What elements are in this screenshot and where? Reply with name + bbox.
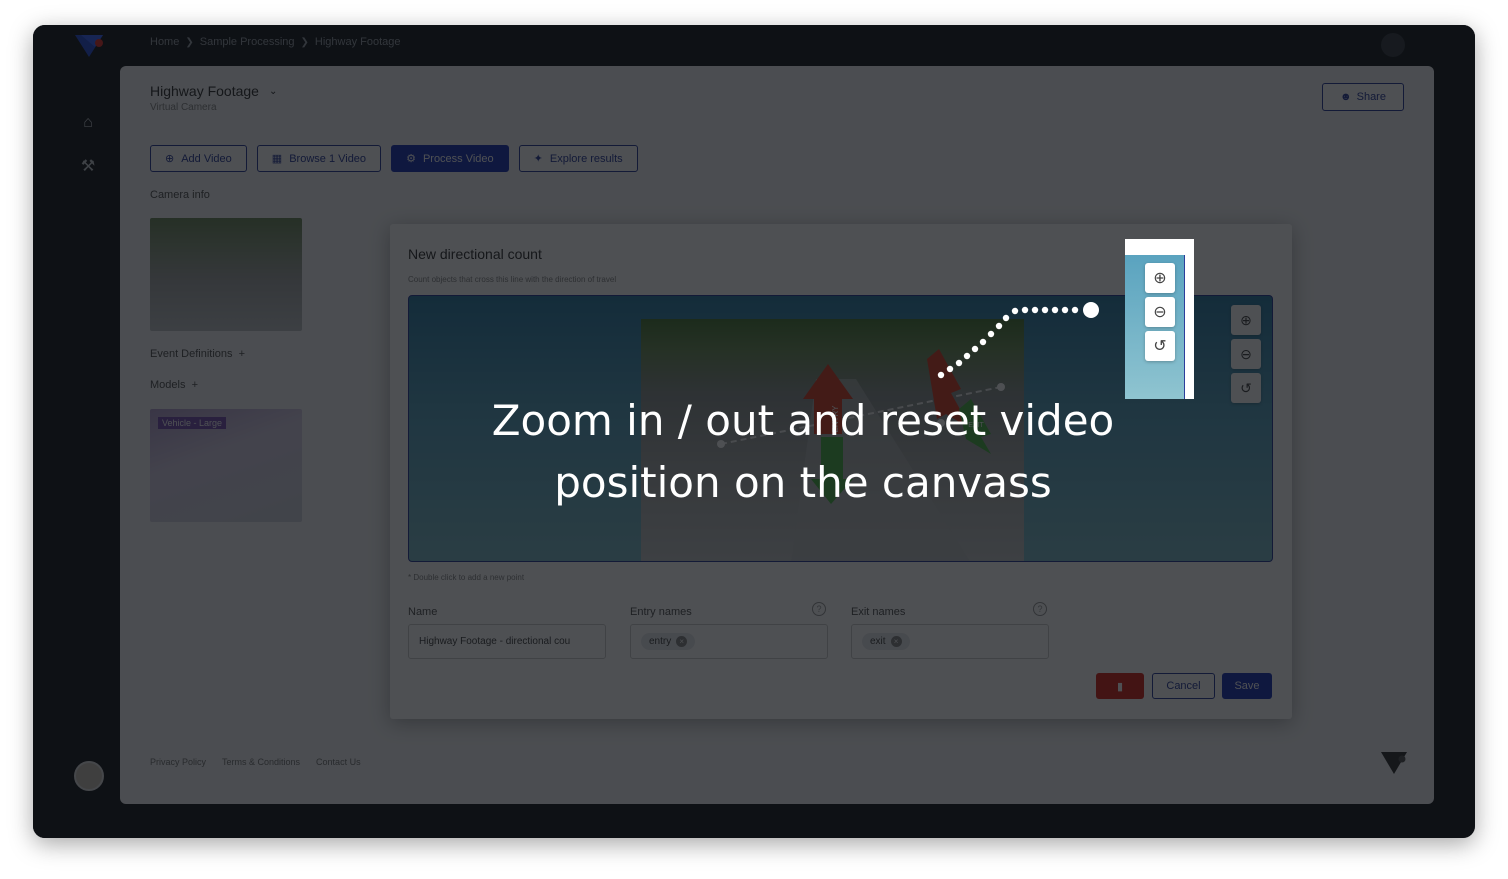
app-window: Home ❯ Sample Processing ❯ Highway Foota… [33,25,1475,838]
tutorial-callout: Zoom in / out and reset video position o… [453,390,1153,514]
callout-line-1: Zoom in / out and reset video [491,396,1115,445]
callout-line-2: position on the canvass [554,458,1052,507]
